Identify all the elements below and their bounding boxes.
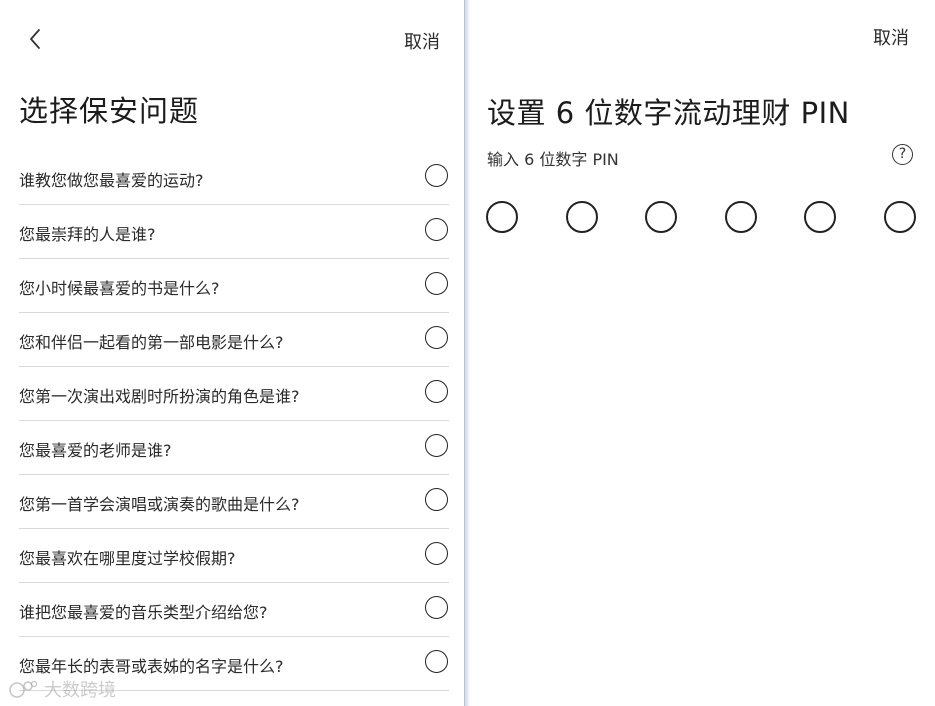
question-option[interactable]: 您最崇拜的人是谁? — [19, 205, 449, 259]
question-text: 您第一次演出戏剧时所扮演的角色是谁? — [19, 387, 300, 406]
cancel-button[interactable]: 取消 — [404, 28, 440, 54]
pin-digit-2[interactable] — [566, 201, 598, 233]
question-option[interactable]: 您最喜爱的老师是谁? — [19, 421, 449, 475]
question-list: 谁教您做您最喜爱的运动? 您最崇拜的人是谁? 您小时候最喜爱的书是什么? 您和伴… — [19, 151, 449, 691]
cancel-button[interactable]: 取消 — [873, 24, 909, 50]
radio-button[interactable] — [425, 434, 448, 457]
question-option[interactable]: 谁教您做您最喜爱的运动? — [19, 151, 449, 205]
radio-button[interactable] — [425, 326, 448, 349]
question-text: 您最喜爱的老师是谁? — [19, 441, 172, 460]
pin-digit-6[interactable] — [884, 201, 916, 233]
help-icon[interactable]: ? — [892, 144, 913, 165]
question-text: 您最喜欢在哪里度过学校假期? — [19, 549, 236, 568]
page-title: 选择保安问题 — [19, 94, 200, 128]
watermark-text: 大数跨境 — [44, 680, 116, 701]
watermark-logo-icon — [9, 680, 38, 698]
radio-button[interactable] — [425, 650, 448, 673]
question-option[interactable]: 您第一首学会演唱或演奏的歌曲是什么? — [19, 475, 449, 529]
pin-setup-panel: 取消 设置 6 位数字流动理财 PIN 输入 6 位数字 PIN ? — [470, 0, 935, 706]
question-text: 您最年长的表哥或表姊的名字是什么? — [19, 657, 284, 676]
pin-digit-1[interactable] — [486, 201, 518, 233]
pin-input-label: 输入 6 位数字 PIN — [487, 150, 619, 169]
radio-button[interactable] — [425, 488, 448, 511]
question-text: 您第一首学会演唱或演奏的歌曲是什么? — [19, 495, 300, 514]
radio-button[interactable] — [425, 218, 448, 241]
question-text: 您和伴侣一起看的第一部电影是什么? — [19, 333, 284, 352]
pin-input[interactable] — [486, 201, 918, 233]
pin-digit-5[interactable] — [804, 201, 836, 233]
watermark: 大数跨境 — [8, 676, 116, 702]
question-option[interactable]: 您和伴侣一起看的第一部电影是什么? — [19, 313, 449, 367]
question-text: 谁教您做您最喜爱的运动? — [19, 171, 204, 190]
question-text: 您小时候最喜爱的书是什么? — [19, 279, 220, 298]
page-title: 设置 6 位数字流动理财 PIN — [487, 96, 850, 130]
pin-digit-4[interactable] — [725, 201, 757, 233]
radio-button[interactable] — [425, 164, 448, 187]
radio-button[interactable] — [425, 596, 448, 619]
chevron-left-icon — [30, 29, 40, 49]
radio-button[interactable] — [425, 272, 448, 295]
question-option[interactable]: 谁把您最喜爱的音乐类型介绍给您? — [19, 583, 449, 637]
pin-digit-3[interactable] — [645, 201, 677, 233]
question-option[interactable]: 您第一次演出戏剧时所扮演的角色是谁? — [19, 367, 449, 421]
back-button[interactable] — [22, 24, 52, 54]
screen: 取消 选择保安问题 谁教您做您最喜爱的运动? 您最崇拜的人是谁? 您小时候最喜爱… — [0, 0, 935, 706]
question-text: 谁把您最喜爱的音乐类型介绍给您? — [19, 603, 268, 622]
security-question-panel: 取消 选择保安问题 谁教您做您最喜爱的运动? 您最崇拜的人是谁? 您小时候最喜爱… — [0, 0, 464, 706]
question-text: 您最崇拜的人是谁? — [19, 225, 156, 244]
radio-button[interactable] — [425, 542, 448, 565]
question-option[interactable]: 您最喜欢在哪里度过学校假期? — [19, 529, 449, 583]
question-option[interactable]: 您小时候最喜爱的书是什么? — [19, 259, 449, 313]
radio-button[interactable] — [425, 380, 448, 403]
